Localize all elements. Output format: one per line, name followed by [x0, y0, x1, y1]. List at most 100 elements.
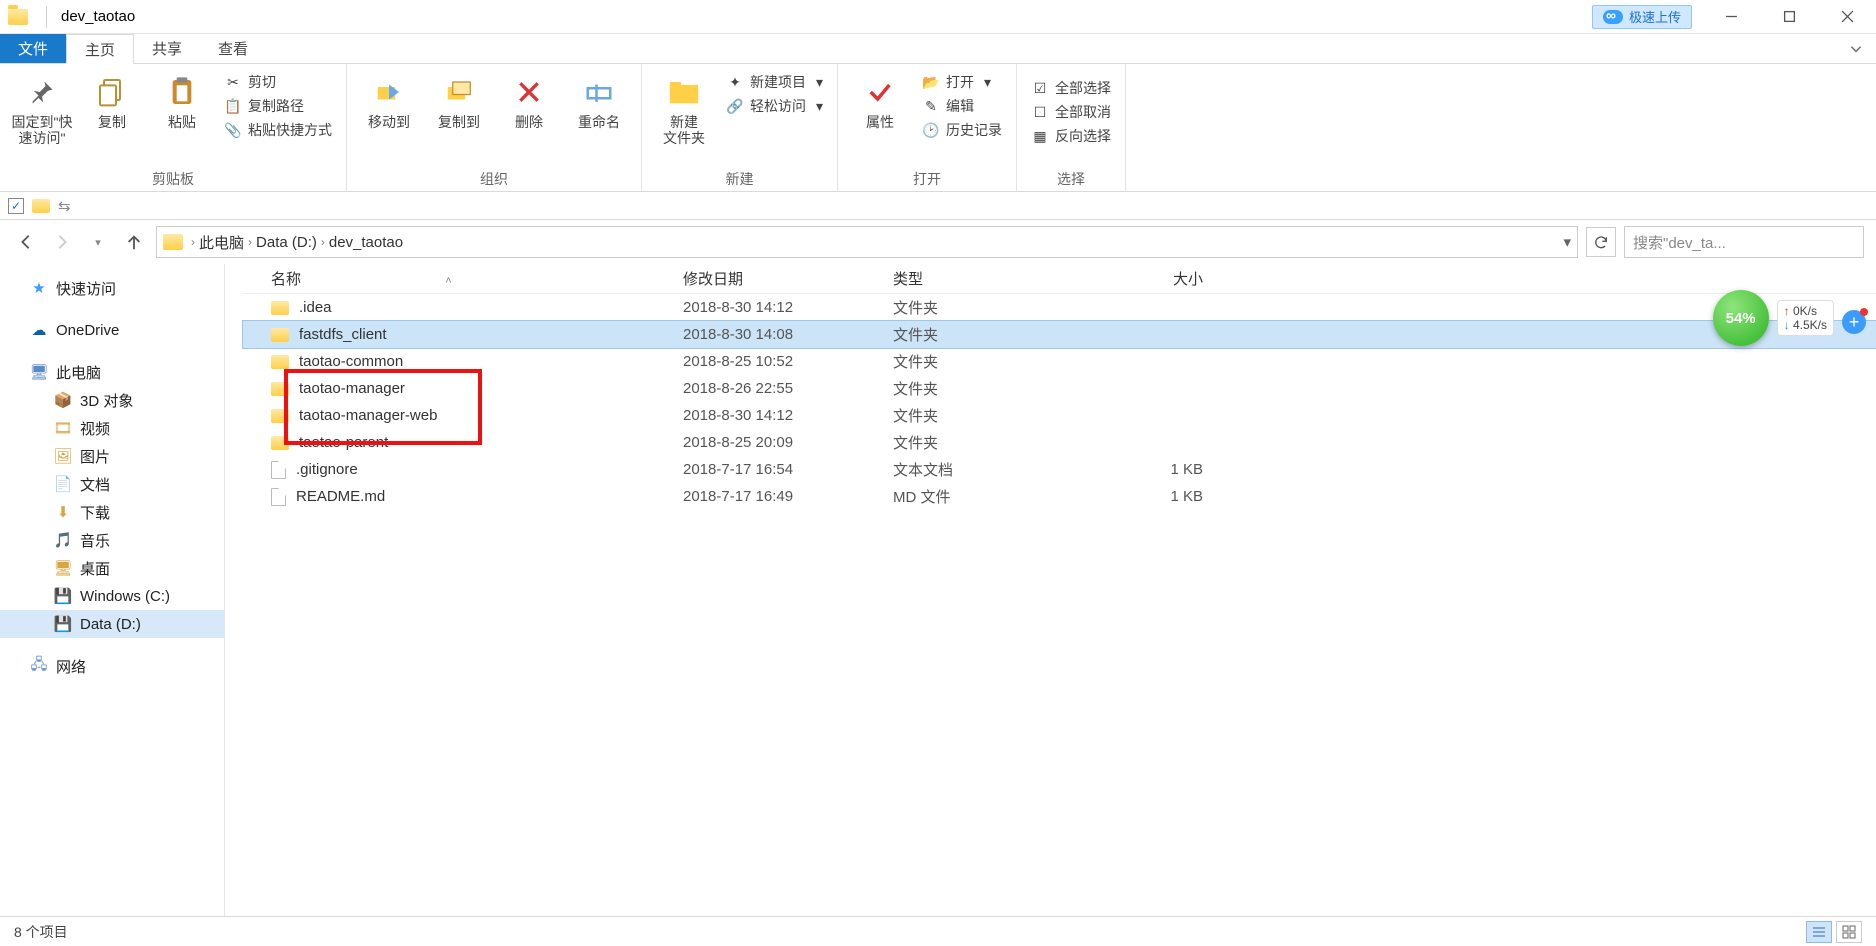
open-icon: 📂 — [922, 73, 940, 91]
sidebar-item[interactable]: 🖼图片 — [0, 442, 224, 470]
file-icon — [271, 461, 286, 479]
checkbox-toggle[interactable]: ✓ — [8, 198, 24, 214]
breadcrumb-item[interactable]: Data (D:) › — [256, 234, 325, 251]
pin-to-quick-access-button[interactable]: 固定到"快 速访问" — [8, 68, 76, 146]
cloud-upload-button[interactable]: 极速上传 — [1592, 5, 1692, 29]
address-row: ▾ › 此电脑 › Data (D:) › dev_taotao ▾ 搜索"de… — [0, 220, 1876, 264]
drive-icon: ⬇ — [54, 503, 72, 521]
copy-icon — [94, 74, 130, 110]
group-label: 新建 — [650, 167, 829, 189]
sidebar-item[interactable]: 📄文档 — [0, 470, 224, 498]
column-size[interactable]: 大小 — [1093, 268, 1223, 289]
minimize-button[interactable] — [1702, 2, 1760, 32]
sidebar-item[interactable]: 🎵音乐 — [0, 526, 224, 554]
thumbnail-view-button[interactable] — [1836, 921, 1862, 943]
paste-shortcut-button[interactable]: 📎粘贴快捷方式 — [224, 120, 332, 140]
breadcrumb-sep[interactable]: › — [191, 235, 195, 249]
file-name: .idea — [299, 299, 332, 316]
drive-icon: 💾 — [54, 615, 72, 633]
search-input[interactable]: 搜索"dev_ta... — [1624, 226, 1864, 258]
sidebar-item[interactable]: 🖥桌面 — [0, 554, 224, 582]
sort-icon: ˄ — [445, 275, 451, 287]
back-button[interactable] — [12, 228, 40, 256]
history-button[interactable]: 🕑历史记录 — [922, 120, 1002, 140]
rename-button[interactable]: 重命名 — [565, 68, 633, 130]
address-dropdown[interactable]: ▾ — [1563, 233, 1571, 251]
recent-dropdown[interactable]: ▾ — [84, 228, 112, 256]
edit-button[interactable]: ✎编辑 — [922, 96, 1002, 116]
network-plus-button[interactable]: + — [1842, 310, 1866, 334]
file-row[interactable]: .gitignore2018-7-17 16:54文本文档1 KB — [243, 456, 1876, 483]
qat-dropdown[interactable]: ⇆ — [58, 197, 71, 215]
details-view-button[interactable] — [1806, 921, 1832, 943]
drive-icon: 📄 — [54, 475, 72, 493]
cloud-icon: ☁ — [30, 321, 48, 339]
group-label: 选择 — [1025, 167, 1117, 189]
column-date[interactable]: 修改日期 — [683, 268, 893, 289]
sidebar-item[interactable]: 💾Data (D:) — [0, 610, 224, 638]
file-type: 文件夹 — [893, 432, 1093, 453]
file-row[interactable]: taotao-manager2018-8-26 22:55文件夹 — [243, 375, 1876, 402]
folder-icon — [32, 199, 50, 213]
file-row[interactable]: README.md2018-7-17 16:49MD 文件1 KB — [243, 483, 1876, 510]
copy-path-button[interactable]: 📋复制路径 — [224, 96, 332, 116]
file-row[interactable]: fastdfs_client2018-8-30 14:08文件夹 — [243, 321, 1876, 348]
file-row[interactable]: taotao-parent2018-8-25 20:09文件夹 — [243, 429, 1876, 456]
address-bar[interactable]: › 此电脑 › Data (D:) › dev_taotao ▾ — [156, 226, 1578, 258]
column-type[interactable]: 类型 — [893, 268, 1093, 289]
file-row[interactable]: .idea2018-8-30 14:12文件夹 — [243, 294, 1876, 321]
sidebar-item[interactable]: ⬇下载 — [0, 498, 224, 526]
title-bar: dev_taotao 极速上传 — [0, 0, 1876, 34]
sidebar-item[interactable]: 🎞视频 — [0, 414, 224, 442]
delete-button[interactable]: 删除 — [495, 68, 563, 130]
open-button[interactable]: 📂打开▾ — [922, 72, 1002, 92]
file-row[interactable]: taotao-common2018-8-25 10:52文件夹 — [243, 348, 1876, 375]
invert-selection-button[interactable]: ▦反向选择 — [1031, 126, 1111, 146]
sidebar-item[interactable]: 📦3D 对象 — [0, 386, 224, 414]
drive-icon: 🖥 — [54, 559, 72, 577]
group-label: 组织 — [355, 167, 633, 189]
close-button[interactable] — [1818, 2, 1876, 32]
tab-home[interactable]: 主页 — [66, 34, 134, 64]
forward-button[interactable] — [48, 228, 76, 256]
pin-label: 固定到"快 速访问" — [12, 114, 73, 146]
sidebar-item[interactable]: 💾Windows (C:) — [0, 582, 224, 610]
easy-access-button[interactable]: 🔗轻松访问▾ — [726, 96, 823, 116]
tab-share[interactable]: 共享 — [134, 34, 200, 63]
new-folder-button[interactable]: 新建 文件夹 — [650, 68, 718, 146]
tab-file[interactable]: 文件 — [0, 34, 66, 63]
edit-icon: ✎ — [922, 97, 940, 115]
path-icon: 📋 — [224, 97, 242, 115]
copy-label: 复制 — [98, 114, 126, 130]
copy-to-button[interactable]: 复制到 — [425, 68, 493, 130]
file-row[interactable]: taotao-manager-web2018-8-30 14:12文件夹 — [243, 402, 1876, 429]
move-to-button[interactable]: 移动到 — [355, 68, 423, 130]
folder-icon — [163, 234, 183, 250]
sidebar-onedrive[interactable]: ☁OneDrive — [0, 316, 224, 344]
column-name[interactable]: 名称 ˄ — [243, 268, 683, 289]
refresh-button[interactable] — [1586, 227, 1616, 257]
select-all-button[interactable]: ☑全部选择 — [1031, 78, 1111, 98]
up-button[interactable] — [120, 228, 148, 256]
cloud-icon — [1603, 10, 1623, 24]
sidebar-thispc[interactable]: 🖥此电脑 — [0, 358, 224, 386]
folder-icon — [271, 328, 289, 342]
breadcrumb-item[interactable]: dev_taotao — [329, 234, 403, 251]
file-size: 1 KB — [1093, 488, 1223, 505]
collapse-ribbon-button[interactable] — [1836, 34, 1876, 63]
network-monitor-widget[interactable]: 54% 0K/s 4.5K/s + — [1713, 290, 1866, 346]
properties-button[interactable]: 属性 — [846, 68, 914, 130]
select-none-button[interactable]: ☐全部取消 — [1031, 102, 1111, 122]
paste-button[interactable]: 粘贴 — [148, 68, 216, 130]
status-bar: 8 个项目 — [0, 916, 1876, 946]
upload-speed: 0K/s — [1784, 304, 1827, 318]
breadcrumb-item[interactable]: 此电脑 › — [199, 232, 252, 253]
ribbon-group-organize: 移动到 复制到 删除 重命名 组织 — [347, 64, 642, 191]
sidebar-quick-access[interactable]: ★快速访问 — [0, 274, 224, 302]
new-item-button[interactable]: ✦新建项目▾ — [726, 72, 823, 92]
maximize-button[interactable] — [1760, 2, 1818, 32]
copy-button[interactable]: 复制 — [78, 68, 146, 130]
cut-button[interactable]: ✂剪切 — [224, 72, 332, 92]
tab-view[interactable]: 查看 — [200, 34, 266, 63]
sidebar-network[interactable]: 🖧网络 — [0, 652, 224, 680]
